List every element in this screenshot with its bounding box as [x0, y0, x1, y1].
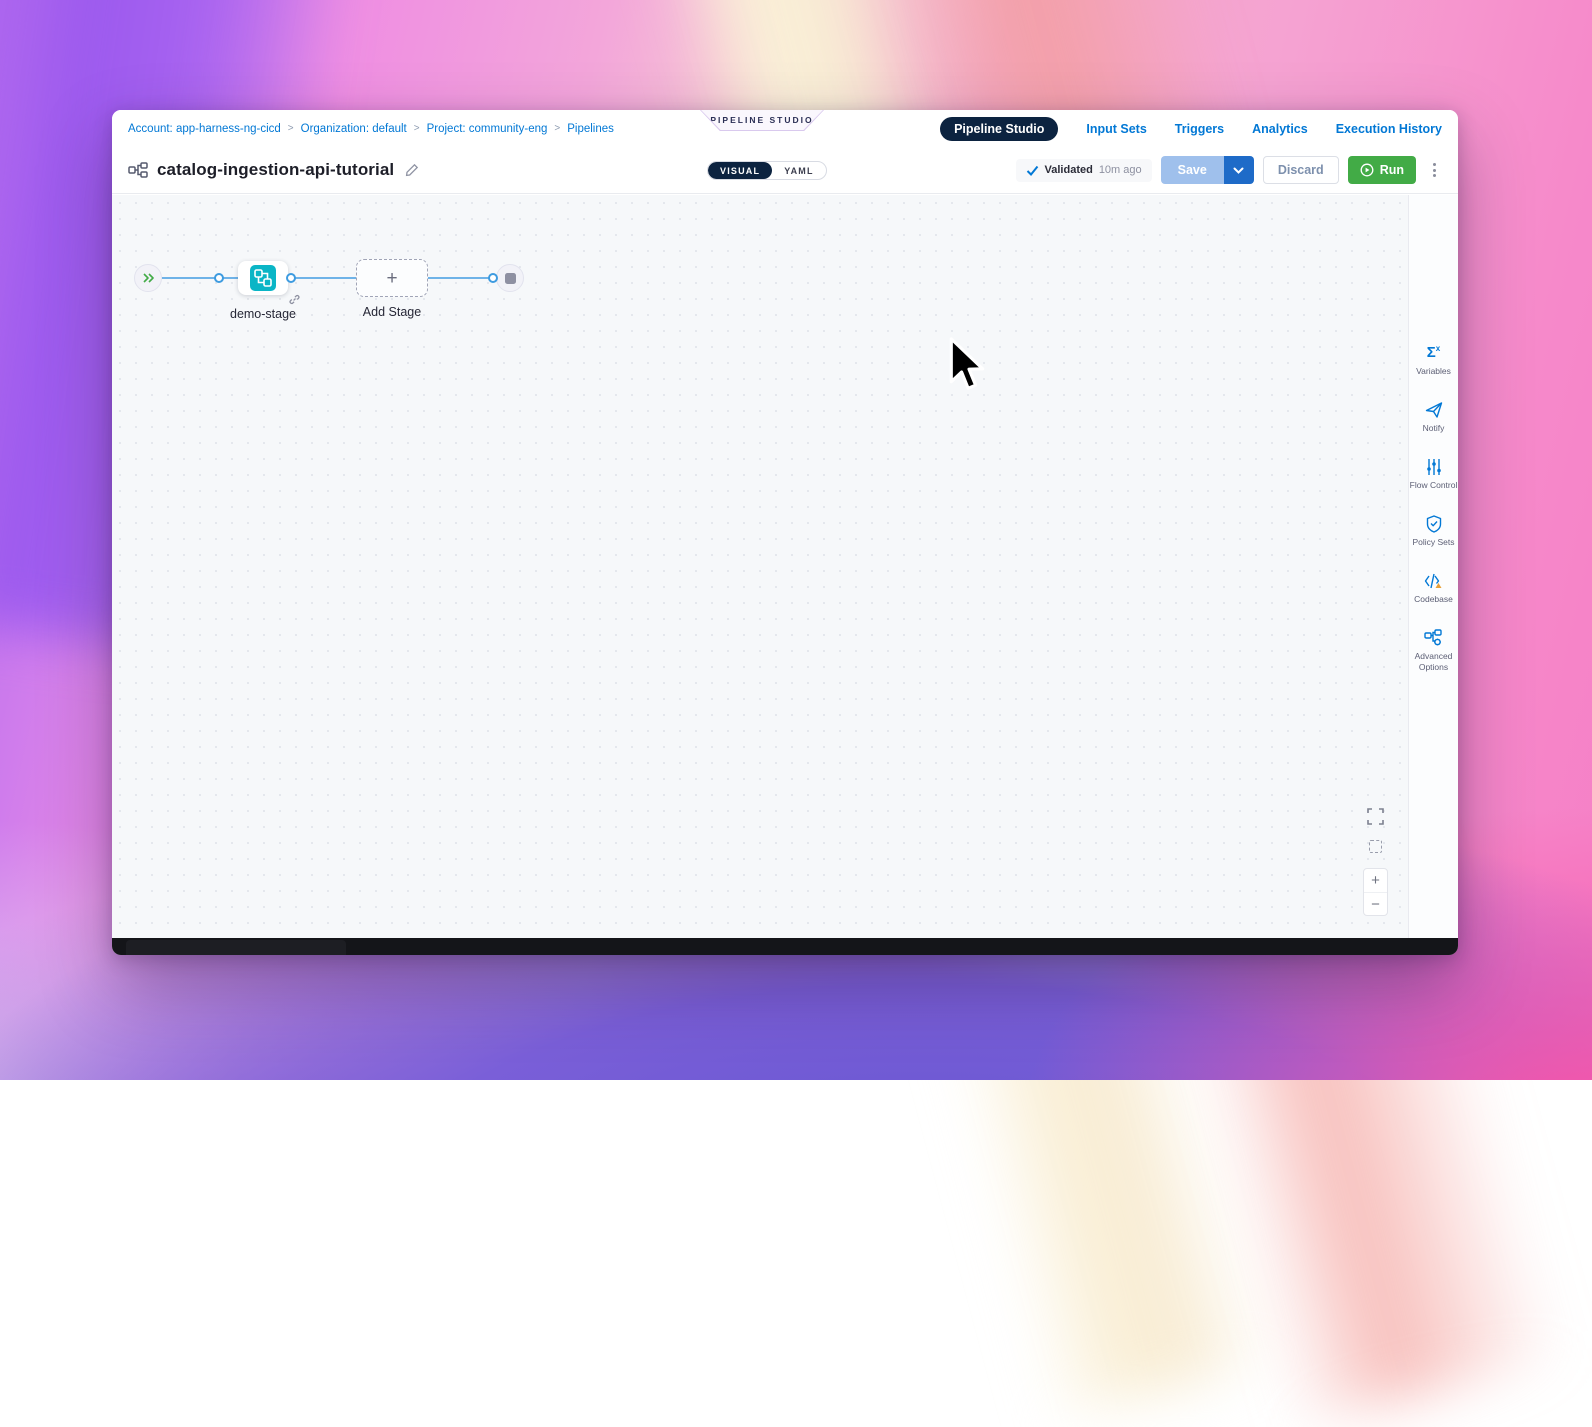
- save-button[interactable]: Save: [1161, 156, 1224, 184]
- add-stage-node-wrap: + Add Stage: [356, 259, 428, 297]
- top-nav: Pipeline Studio Input Sets Triggers Anal…: [940, 117, 1442, 141]
- sidebar-item-label: Notify: [1423, 423, 1445, 434]
- pipeline-studio-ribbon: PIPELINE STUDIO: [700, 110, 824, 131]
- check-icon: [1026, 164, 1039, 177]
- window-bottom-bar: [112, 938, 1458, 955]
- start-icon: [143, 273, 154, 283]
- sidebar-item-label: Codebase: [1414, 594, 1453, 605]
- run-button[interactable]: Run: [1348, 156, 1416, 184]
- visual-yaml-toggle: VISUAL YAML: [707, 161, 827, 180]
- run-label: Run: [1380, 163, 1404, 177]
- validated-label: Validated: [1045, 164, 1093, 176]
- chevron-down-icon: [1233, 167, 1244, 174]
- shield-check-icon: [1426, 515, 1442, 533]
- chain-link-icon: [289, 294, 300, 305]
- sidebar-item-flow-control[interactable]: Flow Control: [1410, 457, 1458, 491]
- nav-execution-history[interactable]: Execution History: [1336, 122, 1442, 136]
- pipeline-studio-ribbon-label: PIPELINE STUDIO: [701, 110, 823, 130]
- nav-input-sets[interactable]: Input Sets: [1086, 122, 1146, 136]
- connector-line: [294, 277, 356, 279]
- sidebar-item-policy-sets[interactable]: Policy Sets: [1410, 514, 1458, 548]
- discard-button[interactable]: Discard: [1263, 156, 1339, 184]
- save-dropdown-button[interactable]: [1224, 156, 1254, 184]
- pipeline-name-title: catalog-ingestion-api-tutorial: [157, 160, 394, 180]
- sliders-icon: [1426, 458, 1442, 476]
- fit-to-screen-icon[interactable]: [1369, 840, 1382, 853]
- save-split-button: Save: [1161, 156, 1254, 184]
- toolbar-actions: Validated 10m ago Save Discard Run: [1016, 156, 1442, 184]
- validated-status: Validated 10m ago: [1016, 159, 1152, 182]
- plus-icon: +: [386, 269, 397, 288]
- main-area: demo-stage + Add Stage: [112, 195, 1458, 938]
- breadcrumb-pipelines[interactable]: Pipelines: [567, 123, 614, 135]
- breadcrumb-project[interactable]: Project: community-eng: [427, 123, 548, 135]
- breadcrumb-account[interactable]: Account: app-harness-ng-cicd: [128, 123, 281, 135]
- sidebar-item-label: Flow Control: [1410, 480, 1458, 491]
- connector-line: [428, 277, 490, 279]
- fullscreen-icon[interactable]: [1367, 808, 1384, 825]
- code-warning-icon: [1424, 572, 1443, 590]
- pipeline-canvas[interactable]: demo-stage + Add Stage: [112, 195, 1408, 938]
- connector-line: [222, 277, 238, 279]
- custom-stage-icon: [250, 265, 276, 291]
- more-options-kebab-icon[interactable]: [1427, 159, 1442, 181]
- top-bar: Account: app-harness-ng-cicd > Organizat…: [112, 110, 1458, 147]
- sidebar-item-codebase[interactable]: Codebase: [1410, 571, 1458, 605]
- pipeline-toolbar: catalog-ingestion-api-tutorial VISUAL YA…: [112, 147, 1458, 194]
- connector-line: [162, 277, 216, 279]
- pipeline-end-node[interactable]: [496, 264, 524, 292]
- stop-icon: [505, 273, 516, 284]
- add-stage-button[interactable]: +: [356, 259, 428, 297]
- sidebar-item-label: Variables: [1416, 366, 1451, 377]
- nav-analytics[interactable]: Analytics: [1252, 122, 1308, 136]
- toggle-yaml[interactable]: YAML: [772, 162, 825, 179]
- canvas-controls: + −: [1363, 808, 1388, 916]
- breadcrumb-separator: >: [288, 123, 294, 134]
- sidebar-item-label: Advanced Options: [1410, 651, 1458, 673]
- pipeline-graph-icon: [128, 162, 148, 178]
- nav-pipeline-studio[interactable]: Pipeline Studio: [940, 117, 1058, 141]
- right-sidebar: Σx Variables Notify: [1408, 195, 1458, 938]
- sidebar-item-label: Policy Sets: [1412, 537, 1454, 548]
- breadcrumb-organization[interactable]: Organization: default: [301, 123, 407, 135]
- sidebar-item-advanced-options[interactable]: Advanced Options: [1410, 628, 1458, 673]
- stage-node-demo-stage[interactable]: [238, 261, 288, 295]
- stage-label: demo-stage: [230, 307, 296, 321]
- connector-dot[interactable]: [214, 273, 224, 283]
- zoom-out-button[interactable]: −: [1364, 892, 1387, 915]
- run-play-icon: [1360, 163, 1374, 177]
- toggle-visual[interactable]: VISUAL: [708, 162, 772, 179]
- breadcrumb-separator: >: [554, 123, 560, 134]
- breadcrumb-separator: >: [414, 123, 420, 134]
- pipeline-start-node[interactable]: [134, 264, 162, 292]
- title-group: catalog-ingestion-api-tutorial: [128, 160, 419, 180]
- connector-dot[interactable]: [286, 273, 296, 283]
- add-stage-label: Add Stage: [363, 305, 421, 319]
- stage-node-wrap: demo-stage: [238, 261, 288, 295]
- nav-triggers[interactable]: Triggers: [1175, 122, 1224, 136]
- sigma-x-icon: Σx: [1427, 345, 1440, 360]
- paper-plane-icon: [1425, 401, 1443, 419]
- zoom-controls: + −: [1363, 868, 1388, 916]
- connector-dot[interactable]: [488, 273, 498, 283]
- breadcrumb: Account: app-harness-ng-cicd > Organizat…: [128, 123, 614, 135]
- edit-pencil-icon[interactable]: [405, 163, 419, 177]
- window-bottom-tab: [126, 940, 346, 955]
- pipeline-graph: demo-stage + Add Stage: [134, 263, 524, 293]
- pipeline-gear-icon: [1424, 629, 1443, 647]
- sidebar-item-variables[interactable]: Σx Variables: [1410, 343, 1458, 377]
- validated-time: 10m ago: [1099, 164, 1142, 176]
- zoom-in-button[interactable]: +: [1364, 869, 1387, 892]
- app-window: Account: app-harness-ng-cicd > Organizat…: [112, 110, 1458, 955]
- sidebar-item-notify[interactable]: Notify: [1410, 400, 1458, 434]
